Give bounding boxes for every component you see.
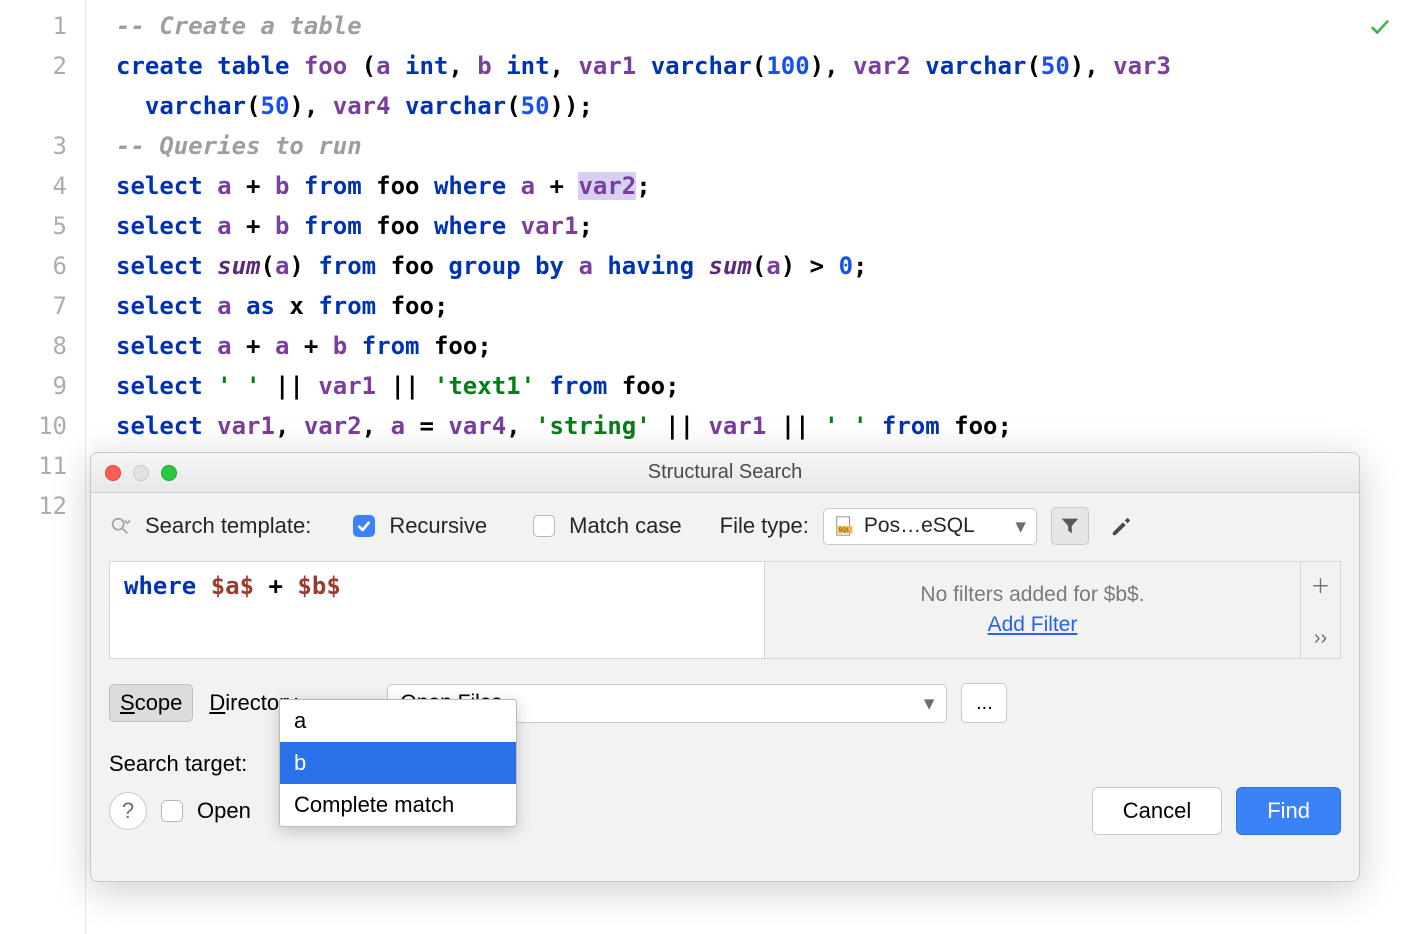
chevron-down-icon: ▾ (924, 691, 935, 716)
line-number: 9 (0, 366, 67, 406)
filetype-value: Pos…eSQL (864, 514, 975, 538)
dialog-titlebar[interactable]: Structural Search (91, 453, 1359, 493)
line-number: 6 (0, 246, 67, 286)
cancel-button[interactable]: Cancel (1092, 787, 1222, 835)
add-filter-button[interactable]: ＋ (1311, 570, 1331, 599)
line-number: 12 (0, 486, 67, 526)
dropdown-option-complete[interactable]: Complete match (280, 784, 516, 826)
analysis-ok-icon[interactable] (1366, 10, 1394, 50)
recursive-label: Recursive (389, 513, 487, 539)
line-number: 1 (0, 6, 67, 46)
scope-browse-button[interactable]: ... (961, 683, 1007, 723)
no-filters-text: No filters added for $b$. (920, 583, 1144, 607)
search-template-label: Search template: (145, 513, 311, 539)
open-label: Open (197, 798, 251, 824)
line-number: 3 (0, 126, 67, 166)
search-history-icon[interactable] (109, 515, 131, 537)
filter-panel: No filters added for $b$. Add Filter (764, 562, 1300, 658)
line-number: 11 (0, 446, 67, 486)
dropdown-option-b[interactable]: b (280, 742, 516, 784)
scope-tab[interactable]: Scope (109, 684, 193, 722)
dropdown-option-a[interactable]: a (280, 700, 516, 742)
line-number: 10 (0, 406, 67, 446)
search-target-dropdown[interactable]: a b Complete match (279, 699, 517, 827)
structural-search-dialog: Structural Search Search template: Recur… (90, 452, 1360, 882)
find-button[interactable]: Find (1236, 787, 1341, 835)
search-target-label: Search target: (109, 751, 247, 777)
search-template-input[interactable]: where $a$ + $b$ (110, 562, 764, 658)
matchcase-label: Match case (569, 513, 682, 539)
filter-button[interactable] (1051, 507, 1089, 545)
line-number: 8 (0, 326, 67, 366)
matchcase-checkbox[interactable] (533, 515, 555, 537)
filetype-label: File type: (720, 513, 809, 539)
sql-file-icon: SQL (834, 515, 856, 537)
expand-filters-button[interactable]: ›› (1314, 627, 1327, 650)
help-button[interactable]: ? (109, 792, 147, 830)
add-filter-link[interactable]: Add Filter (988, 613, 1078, 637)
line-number-gutter: 1 2 3 4 5 6 7 8 9 10 11 12 (0, 0, 86, 934)
line-number: 2 (0, 46, 67, 126)
open-in-new-tab-checkbox[interactable] (161, 800, 183, 822)
line-number: 7 (0, 286, 67, 326)
filetype-dropdown[interactable]: SQL Pos…eSQL ▾ (823, 508, 1037, 545)
line-number: 5 (0, 206, 67, 246)
settings-button[interactable] (1103, 507, 1141, 545)
line-number: 4 (0, 166, 67, 206)
dialog-title: Structural Search (91, 461, 1359, 484)
chevron-down-icon: ▾ (1015, 514, 1026, 539)
recursive-checkbox[interactable] (353, 515, 375, 537)
svg-text:SQL: SQL (838, 528, 849, 534)
